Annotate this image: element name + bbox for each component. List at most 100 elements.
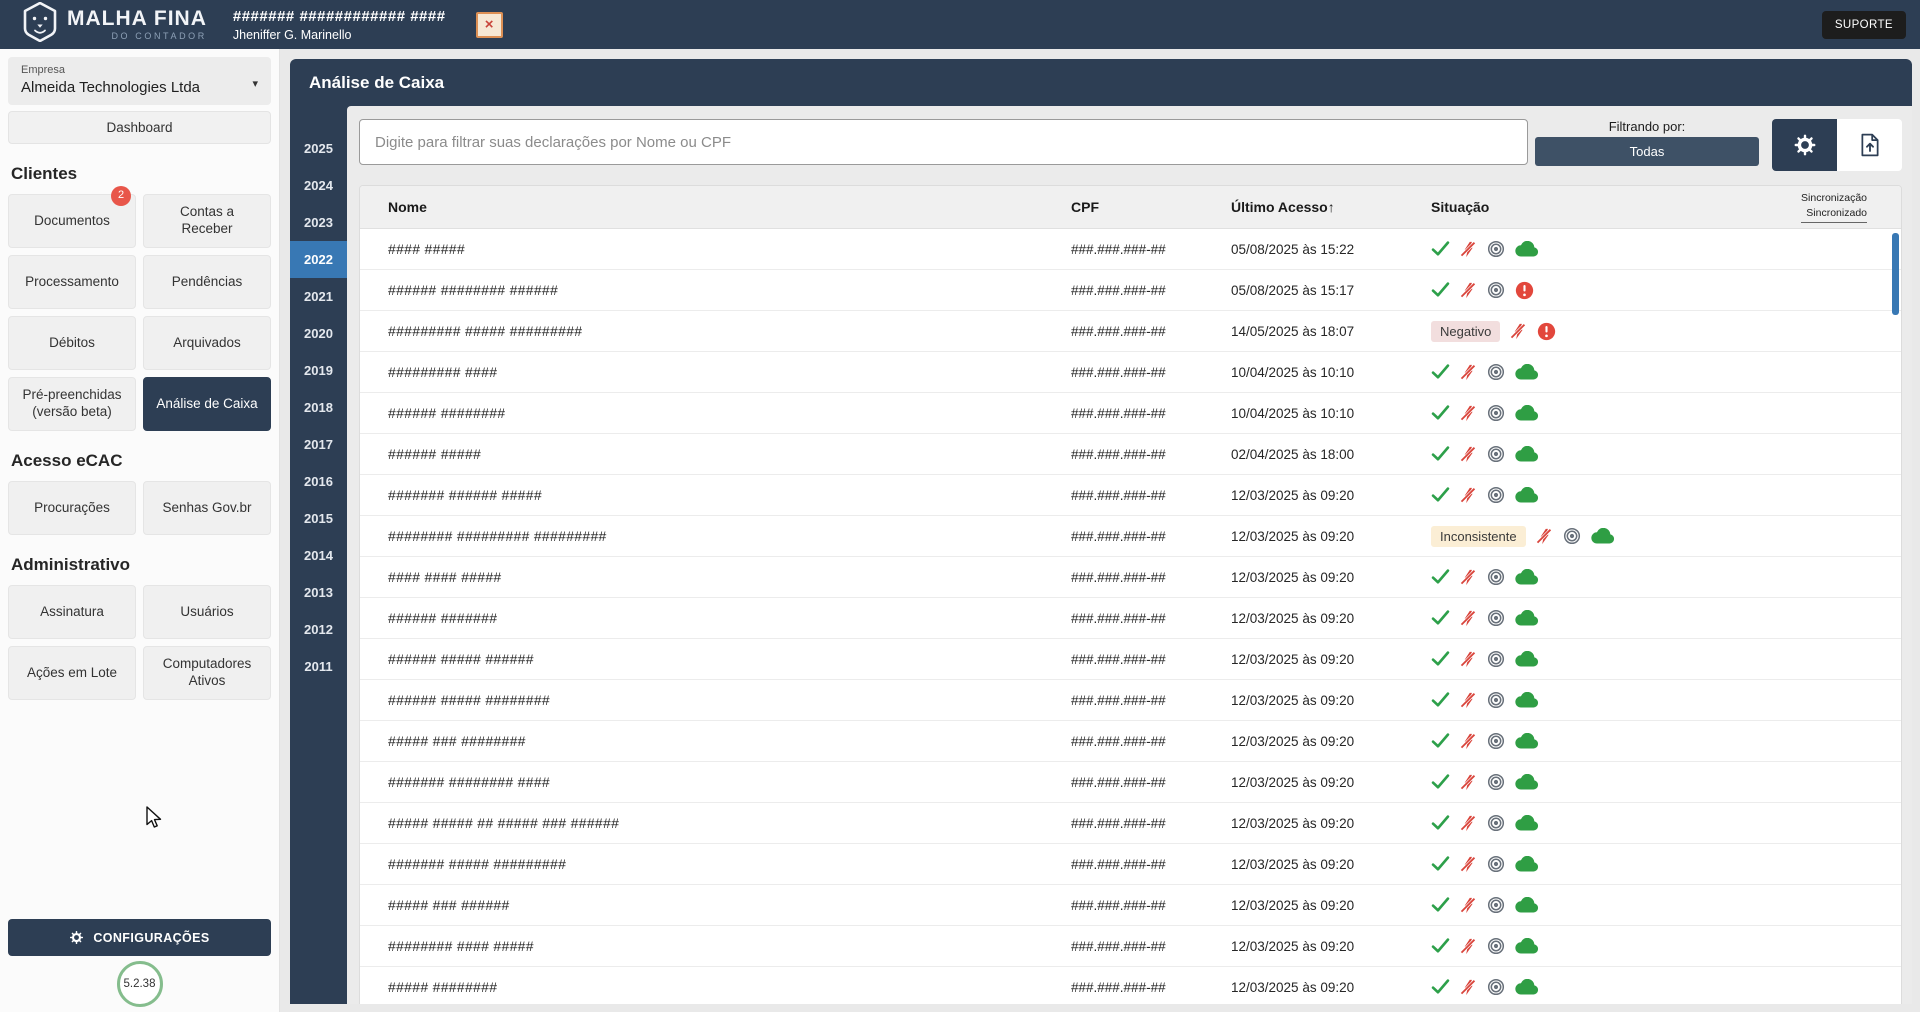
year-tab-2022[interactable]: 2022	[290, 241, 347, 278]
sync-disabled-icon	[1460, 364, 1477, 381]
table-settings-button[interactable]	[1772, 119, 1837, 171]
table-row[interactable]: ###### ##### ###########.###.###-##12/03…	[360, 680, 1901, 721]
sidebar-item-processamento[interactable]: Processamento	[8, 255, 136, 309]
sidebar-item-assinatura[interactable]: Assinatura	[8, 585, 136, 639]
year-tab-2023[interactable]: 2023	[290, 204, 347, 241]
table-row[interactable]: ##### ### #########.###.###-##12/03/2025…	[360, 885, 1901, 926]
sidebar-item-debitos[interactable]: Débitos	[8, 316, 136, 370]
row-situation	[1431, 609, 1901, 627]
sidebar-item-arquivados[interactable]: Arquivados	[143, 316, 271, 370]
sidebar-item-contas-a-receber[interactable]: Contas a Receber	[143, 194, 271, 248]
year-tab-2019[interactable]: 2019	[290, 352, 347, 389]
check-icon	[1431, 610, 1450, 626]
close-client-button[interactable]: ×	[476, 12, 503, 38]
table-row[interactable]: #### ########.###.###-##05/08/2025 às 15…	[360, 229, 1901, 270]
table-row[interactable]: ###### ########.###.###-##02/04/2025 às …	[360, 434, 1901, 475]
table-row[interactable]: ######## ######### ############.###.###-…	[360, 516, 1901, 557]
column-header-cpf[interactable]: CPF	[1071, 199, 1231, 215]
row-name: ###### ######## ######	[388, 282, 1071, 298]
table-row[interactable]: ####### ###### ########.###.###-##12/03/…	[360, 475, 1901, 516]
sidebar-item-computadores-ativos[interactable]: Computadores Ativos	[143, 646, 271, 700]
search-input[interactable]	[359, 119, 1528, 165]
broadcast-icon	[1487, 650, 1505, 668]
column-header-ultimo-acesso[interactable]: Último Acesso↑	[1231, 199, 1431, 215]
row-situation	[1431, 896, 1901, 914]
year-tab-2017[interactable]: 2017	[290, 426, 347, 463]
support-button[interactable]: SUPORTE	[1822, 11, 1906, 39]
check-icon	[1431, 446, 1450, 462]
row-name: ##### ### ######	[388, 897, 1071, 913]
cloud-icon	[1515, 979, 1539, 995]
row-last-access: 12/03/2025 às 09:20	[1231, 939, 1431, 954]
year-tab-2018[interactable]: 2018	[290, 389, 347, 426]
check-icon	[1431, 897, 1450, 913]
broadcast-icon	[1487, 486, 1505, 504]
sync-disabled-icon	[1460, 651, 1477, 668]
year-tab-2011[interactable]: 2011	[290, 648, 347, 685]
table-row[interactable]: ######### ##### ############.###.###-##1…	[360, 311, 1901, 352]
sync-legend: Sincronização Sincronizado	[1801, 191, 1867, 223]
row-name: ###### ########	[388, 405, 1071, 421]
export-button[interactable]	[1837, 119, 1902, 171]
sidebar-item-acoes-em-lote[interactable]: Ações em Lote	[8, 646, 136, 700]
sidebar-item-procuracoes[interactable]: Procurações	[8, 481, 136, 535]
table-row[interactable]: #### #### ########.###.###-##12/03/2025 …	[360, 557, 1901, 598]
table-row[interactable]: ###### ##### #########.###.###-##12/03/2…	[360, 639, 1901, 680]
table-row[interactable]: ##### ###########.###.###-##12/03/2025 à…	[360, 967, 1901, 1004]
sidebar-item-pendencias[interactable]: Pendências	[143, 255, 271, 309]
company-select[interactable]: Empresa Almeida Technologies Ltda ▾	[8, 57, 271, 105]
column-header-nome[interactable]: Nome	[388, 199, 1071, 215]
row-name: ######## #### #####	[388, 938, 1071, 954]
year-tab-2015[interactable]: 2015	[290, 500, 347, 537]
sidebar-item-documentos[interactable]: Documentos2	[8, 194, 136, 248]
row-situation	[1431, 691, 1901, 709]
year-tab-2012[interactable]: 2012	[290, 611, 347, 648]
row-situation	[1431, 281, 1901, 300]
broadcast-icon	[1487, 855, 1505, 873]
year-tab-2025[interactable]: 2025	[290, 130, 347, 167]
row-cpf: ###.###.###-##	[1071, 734, 1231, 749]
table-row[interactable]: ####### ######## #######.###.###-##12/03…	[360, 762, 1901, 803]
table-row[interactable]: ######### #######.###.###-##10/04/2025 à…	[360, 352, 1901, 393]
table-row[interactable]: ####### ##### ############.###.###-##12/…	[360, 844, 1901, 885]
row-situation	[1431, 855, 1901, 873]
year-tab-2014[interactable]: 2014	[290, 537, 347, 574]
broadcast-icon	[1487, 404, 1505, 422]
analysis-panel: Análise de Caixa 20252024202320222021202…	[290, 59, 1912, 1004]
masked-client-title: ####### ############ ####	[233, 8, 446, 25]
sidebar-item-dashboard[interactable]: Dashboard	[8, 111, 271, 144]
filter-value-button[interactable]: Todas	[1535, 137, 1759, 166]
sync-disabled-icon	[1460, 938, 1477, 955]
sidebar-item-senhas-gov-br[interactable]: Senhas Gov.br	[143, 481, 271, 535]
year-tab-2016[interactable]: 2016	[290, 463, 347, 500]
check-icon	[1431, 282, 1450, 298]
table-row[interactable]: ###### ######## #########.###.###-##05/0…	[360, 270, 1901, 311]
row-name: ######### ##### #########	[388, 323, 1071, 339]
table-row[interactable]: ###### ##########.###.###-##12/03/2025 à…	[360, 598, 1901, 639]
cloud-icon	[1515, 405, 1539, 421]
year-tab-2020[interactable]: 2020	[290, 315, 347, 352]
table-row[interactable]: ###### ###########.###.###-##10/04/2025 …	[360, 393, 1901, 434]
sync-disabled-icon	[1460, 979, 1477, 996]
row-last-access: 12/03/2025 às 09:20	[1231, 611, 1431, 626]
row-last-access: 10/04/2025 às 10:10	[1231, 406, 1431, 421]
cloud-icon	[1515, 651, 1539, 667]
notification-badge: 2	[111, 186, 131, 206]
table-row[interactable]: ##### ### ###########.###.###-##12/03/20…	[360, 721, 1901, 762]
year-tab-2013[interactable]: 2013	[290, 574, 347, 611]
check-icon	[1431, 364, 1450, 380]
sidebar-item-usuarios[interactable]: Usuários	[143, 585, 271, 639]
table-row[interactable]: ######## #### ########.###.###-##12/03/2…	[360, 926, 1901, 967]
year-tab-2024[interactable]: 2024	[290, 167, 347, 204]
row-situation: Negativo	[1431, 321, 1901, 342]
row-cpf: ###.###.###-##	[1071, 980, 1231, 995]
table-scrollbar-thumb[interactable]	[1892, 233, 1899, 315]
sidebar-item-analise-de-caixa[interactable]: Análise de Caixa	[143, 377, 271, 431]
table-row[interactable]: ##### ##### ## ##### ### #########.###.#…	[360, 803, 1901, 844]
sidebar-item-pre-preenchidas-versao-beta[interactable]: Pré-preenchidas (versão beta)	[8, 377, 136, 431]
year-tab-2021[interactable]: 2021	[290, 278, 347, 315]
settings-button[interactable]: CONFIGURAÇÕES	[8, 919, 271, 956]
cloud-icon	[1515, 897, 1539, 913]
row-last-access: 12/03/2025 às 09:20	[1231, 980, 1431, 995]
row-name: ###### #######	[388, 610, 1071, 626]
